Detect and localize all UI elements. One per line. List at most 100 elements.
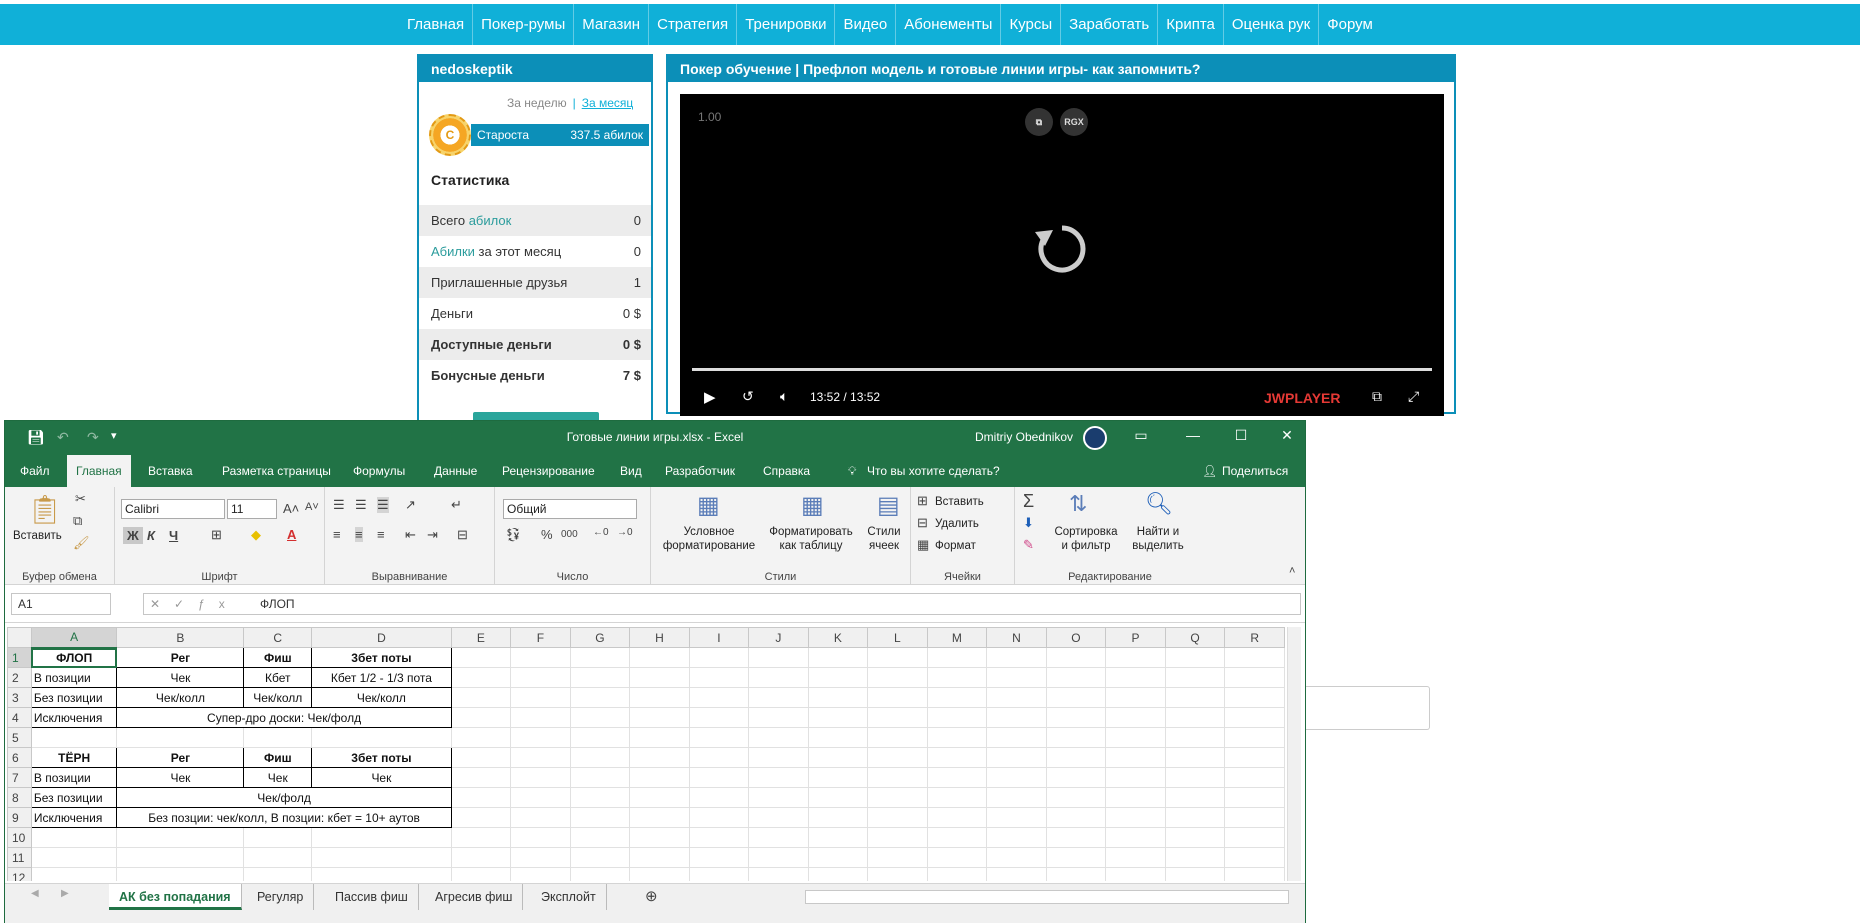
borders-icon[interactable]: ⊞ [211, 527, 222, 543]
cell[interactable] [629, 707, 690, 728]
number-format-select[interactable]: Общий [503, 499, 637, 519]
cell[interactable] [569, 647, 631, 668]
cell[interactable] [243, 827, 313, 848]
cell[interactable] [116, 727, 245, 748]
cell[interactable] [688, 827, 750, 848]
cell[interactable] [569, 807, 631, 828]
column-header[interactable]: Q [1164, 627, 1226, 648]
cell[interactable]: Без позции: чек/колл, В позции: кбет = 1… [116, 807, 452, 828]
cell[interactable] [807, 827, 869, 848]
cell[interactable] [867, 867, 928, 881]
vertical-scrollbar[interactable] [1287, 627, 1301, 881]
close-icon[interactable]: ✕ [1277, 427, 1297, 444]
column-header[interactable]: J [748, 627, 809, 648]
cell[interactable] [867, 767, 928, 788]
cell[interactable] [926, 747, 988, 768]
cell[interactable]: В позиции [30, 767, 118, 788]
period-week-link[interactable]: За неделю [507, 96, 567, 110]
nav-item-strategy[interactable]: Стратегия [648, 4, 736, 45]
cell[interactable] [807, 667, 869, 688]
cell[interactable] [867, 747, 928, 768]
sheet-tab-3[interactable]: Агресив фиш [425, 884, 524, 910]
cell[interactable] [243, 727, 313, 748]
cell[interactable] [450, 847, 512, 868]
share-button[interactable]: Поделиться [1213, 455, 1297, 487]
row-header[interactable]: 10 [7, 827, 32, 848]
cell[interactable] [807, 867, 869, 881]
cell[interactable] [450, 687, 512, 708]
nav-item-subscriptions[interactable]: Абонементы [895, 4, 1000, 45]
cell[interactable] [986, 747, 1047, 768]
row-header[interactable]: 12 [7, 867, 32, 881]
select-all-corner[interactable] [7, 627, 32, 648]
cell[interactable] [926, 867, 988, 881]
worksheet-grid[interactable]: ABCDEFGHIJKLMNOPQR 1 ФЛОП Рег Фиш 3бет поты 2… [7, 627, 1285, 881]
cell[interactable] [807, 707, 869, 728]
cell[interactable] [116, 827, 245, 848]
cell[interactable] [867, 727, 928, 748]
cell[interactable]: Чек/колл [311, 687, 452, 708]
increase-indent-icon[interactable]: ⇥ [427, 527, 438, 543]
cell[interactable] [1045, 847, 1107, 868]
cell[interactable] [1105, 847, 1166, 868]
cell[interactable] [450, 667, 512, 688]
cell[interactable] [569, 687, 631, 708]
cell[interactable] [926, 727, 988, 748]
tell-me-search[interactable]: Что вы хотите сделать? [858, 455, 1009, 487]
cell[interactable] [748, 807, 809, 828]
cell[interactable] [450, 747, 512, 768]
cell[interactable] [1224, 807, 1285, 828]
cell[interactable] [748, 827, 809, 848]
row-header[interactable]: 5 [7, 727, 32, 748]
cell[interactable] [1164, 847, 1226, 868]
cell[interactable]: Супер-дро доски: Чек/фолд [116, 707, 452, 728]
cell[interactable] [986, 847, 1047, 868]
grow-font-icon[interactable]: A˄ [283, 501, 299, 516]
cell[interactable] [1164, 867, 1226, 881]
align-right-icon[interactable]: ≡ [377, 527, 385, 542]
find-icon[interactable]: 🔍︎ [1145, 491, 1173, 517]
cell[interactable] [510, 767, 571, 788]
cell[interactable] [1164, 787, 1226, 808]
cell[interactable] [1164, 827, 1226, 848]
cell[interactable] [1224, 867, 1285, 881]
cell[interactable] [629, 687, 690, 708]
cell[interactable] [1045, 727, 1107, 748]
cell[interactable] [510, 827, 571, 848]
cell[interactable] [116, 847, 245, 868]
cell[interactable] [748, 727, 809, 748]
cell[interactable] [748, 767, 809, 788]
username[interactable]: nedoskeptik [419, 56, 651, 82]
cell[interactable] [926, 807, 988, 828]
cell[interactable] [986, 707, 1047, 728]
cell[interactable] [30, 847, 118, 868]
cell[interactable] [450, 767, 512, 788]
column-header[interactable]: H [629, 627, 690, 648]
jwplayer-logo[interactable]: JWPLAYER [1264, 390, 1341, 406]
video-player[interactable]: 1.00 ⧉ RGX ▶ ↺ 🔈︎ 13:52 / 13:52 JWPLAYER… [680, 94, 1444, 416]
cell[interactable] [510, 667, 571, 688]
cell[interactable] [748, 647, 809, 668]
cell[interactable] [629, 827, 690, 848]
abilok-link[interactable]: абилок [469, 213, 512, 228]
cell[interactable] [807, 647, 869, 668]
cell[interactable]: Без позиции [30, 787, 118, 808]
sort-filter-button[interactable]: Сортировка и фильтр [1051, 525, 1121, 553]
cell[interactable] [807, 807, 869, 828]
cell[interactable] [1105, 867, 1166, 881]
find-select-button[interactable]: Найти и выделить [1123, 525, 1193, 553]
cell[interactable] [748, 867, 809, 881]
tab-formulas[interactable]: Формулы [344, 455, 414, 487]
cell[interactable] [926, 667, 988, 688]
cell[interactable] [986, 687, 1047, 708]
cell-styles-icon[interactable]: ▤ [877, 491, 900, 520]
nav-item-hand-review[interactable]: Оценка рук [1222, 4, 1318, 45]
clear-icon[interactable]: ✎ [1023, 537, 1034, 553]
cell[interactable] [629, 867, 690, 881]
cell[interactable]: 3бет поты [311, 647, 452, 668]
nav-item-poker-rooms[interactable]: Покер-румы [472, 4, 573, 45]
cell[interactable]: Чек/фолд [116, 787, 452, 808]
column-header[interactable]: P [1105, 627, 1166, 648]
cell[interactable] [688, 867, 750, 881]
tab-file[interactable]: Файл [11, 455, 59, 487]
